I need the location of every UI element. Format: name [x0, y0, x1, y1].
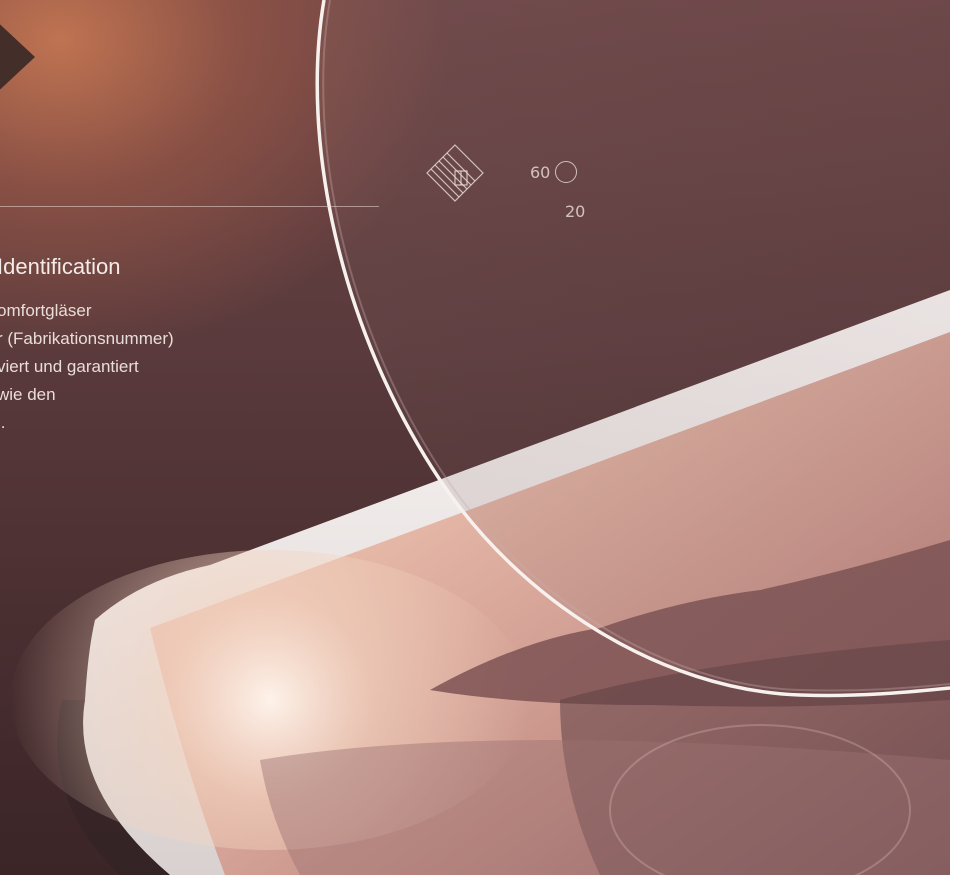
section-divider — [0, 206, 379, 207]
body-line: l. — [0, 413, 6, 432]
body-line: viert und garantiert — [0, 357, 139, 376]
engraving-addition-value: 20 — [565, 202, 586, 221]
lens-engraving: 60 20 — [420, 138, 600, 228]
lake-reflection — [260, 740, 950, 875]
circle-icon — [555, 161, 578, 183]
section-body: omfortgläser r (Fabrikationsnummer) vier… — [0, 297, 357, 437]
product-visual: Identification omfortgläser r (Fabrikati… — [0, 0, 950, 875]
diamond-logo-icon — [426, 144, 484, 202]
body-line: wie den — [0, 385, 56, 404]
background-scene — [10, 0, 950, 875]
body-line: omfortgläser — [0, 301, 92, 320]
engraving-index-mark: 60 — [530, 161, 578, 183]
chevron-right-icon[interactable] — [0, 15, 35, 99]
section-heading: Identification — [0, 254, 121, 279]
body-line: r (Fabrikationsnummer) — [0, 329, 174, 348]
engraving-index-value: 60 — [530, 163, 551, 182]
